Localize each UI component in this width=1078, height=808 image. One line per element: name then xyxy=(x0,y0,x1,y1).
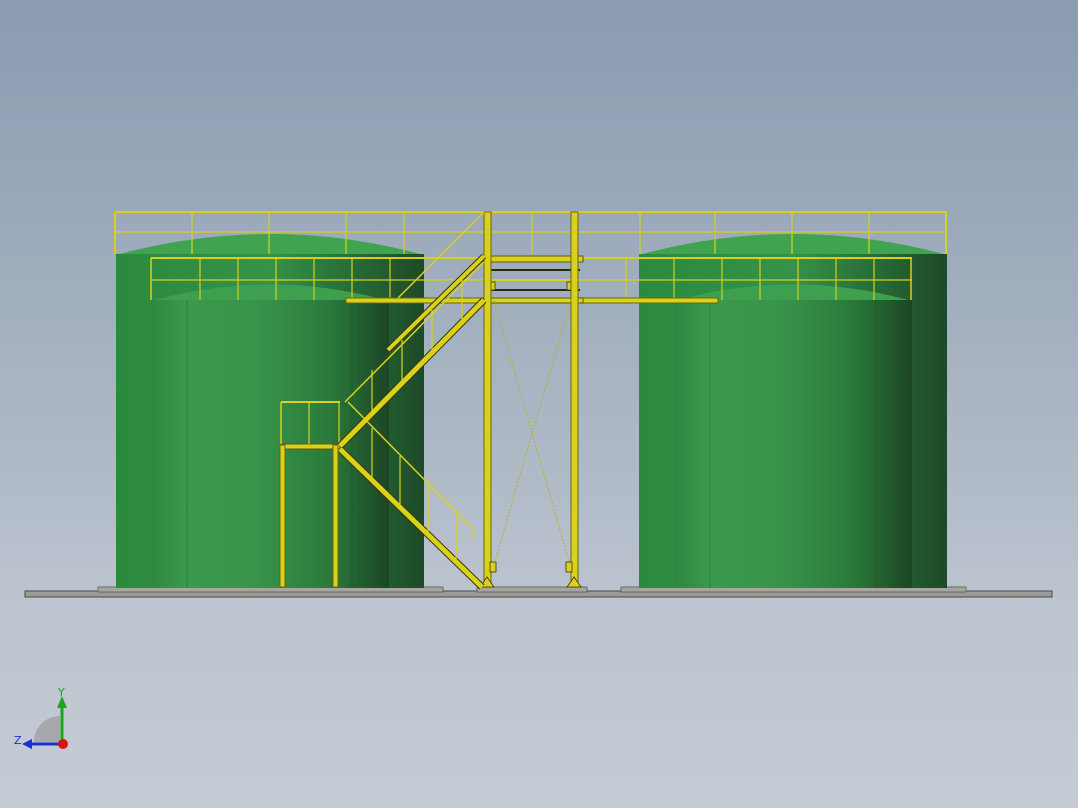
right-tank-front[interactable] xyxy=(674,284,912,589)
support-columns[interactable] xyxy=(479,211,582,588)
cad-viewport[interactable]: Y Z xyxy=(0,0,1078,808)
view-orientation-triad[interactable]: Y Z xyxy=(10,684,80,754)
z-axis-label: Z xyxy=(14,734,22,747)
tank-farm-model[interactable] xyxy=(0,0,1078,808)
central-platform[interactable] xyxy=(482,255,584,304)
cross-bracing xyxy=(493,299,572,566)
z-axis-arrow-icon xyxy=(22,739,32,749)
triad-plane-shading xyxy=(34,716,60,742)
x-axis-icon xyxy=(58,739,68,749)
ground-slab xyxy=(24,586,1053,598)
y-axis-label: Y xyxy=(57,686,65,699)
